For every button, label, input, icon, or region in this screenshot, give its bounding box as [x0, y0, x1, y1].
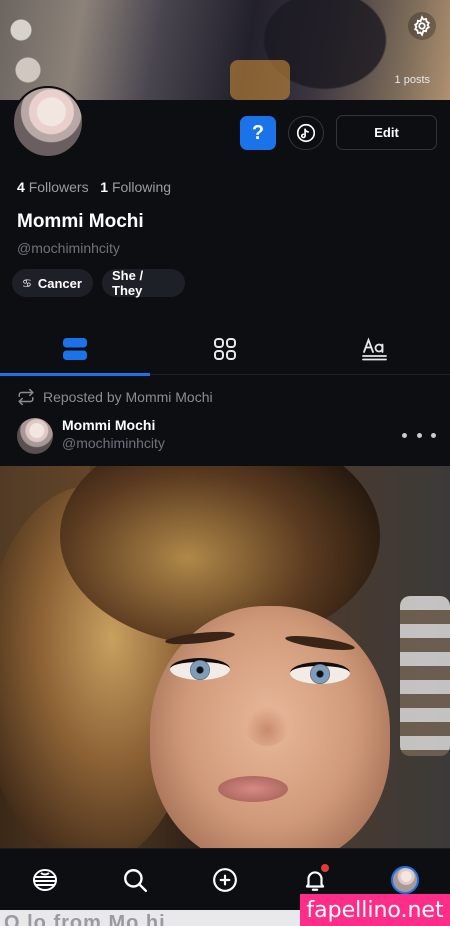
profile-tabs	[0, 323, 450, 376]
repost-icon	[18, 388, 34, 406]
home-feed-icon	[33, 869, 57, 891]
pronouns-label: She / They	[112, 268, 144, 298]
following-link[interactable]: 1 Following	[100, 179, 171, 195]
nav-profile[interactable]	[388, 863, 422, 897]
profile-avatar-icon	[391, 866, 419, 894]
zodiac-label: Cancer	[37, 275, 82, 291]
tab-text[interactable]	[300, 323, 450, 375]
settings-button[interactable]	[408, 12, 436, 40]
gear-icon	[413, 15, 431, 37]
search-icon	[124, 869, 148, 893]
image-mirror-lights	[400, 596, 450, 756]
cover-image	[0, 0, 450, 100]
post-author-avatar[interactable]	[17, 418, 53, 454]
help-button[interactable]: ?	[240, 116, 276, 150]
image-iris	[190, 660, 210, 680]
grid-icon	[214, 338, 236, 360]
avatar[interactable]	[12, 86, 84, 158]
following-label: Following	[111, 179, 172, 195]
more-dot-icon	[431, 432, 436, 438]
image-iris	[310, 664, 330, 684]
post-more-button[interactable]	[402, 426, 436, 444]
profile-handle: @mochiminhcity	[17, 240, 120, 256]
nav-search[interactable]	[118, 863, 152, 897]
followers-label: Followers	[28, 179, 89, 195]
feed-list-icon	[63, 338, 87, 360]
post-image[interactable]	[0, 466, 450, 848]
more-dot-icon	[416, 432, 422, 438]
repost-label: Reposted by Mommi Mochi	[43, 389, 213, 405]
nav-notifications[interactable]	[298, 863, 332, 897]
nav-home[interactable]	[28, 863, 62, 897]
repost-indicator: Reposted by Mommi Mochi	[17, 388, 213, 406]
followers-count: 4	[17, 179, 25, 195]
follow-stats: 4 Followers 1 Following	[17, 179, 171, 195]
plus-circle-icon	[213, 868, 237, 892]
text-aa-icon	[362, 337, 387, 361]
edit-profile-button[interactable]: Edit	[336, 115, 437, 150]
cancer-icon: ♋	[22, 276, 32, 290]
more-dot-icon	[402, 432, 407, 438]
post-author-handle: @mochiminhcity	[62, 435, 165, 451]
cover-lights	[0, 0, 70, 100]
zodiac-chip[interactable]: ♋ Cancer	[12, 269, 93, 297]
followers-link[interactable]: 4 Followers	[17, 179, 89, 195]
active-tab-indicator	[0, 373, 150, 376]
image-lips	[218, 776, 288, 802]
cover-highlight	[230, 60, 290, 100]
tiktok-icon	[296, 123, 316, 143]
image-nose	[245, 706, 289, 746]
pronouns-chip[interactable]: She / They	[102, 268, 185, 298]
posts-count: 1 posts	[394, 74, 430, 86]
watermark: fapellino.net	[300, 894, 450, 926]
tab-posts[interactable]	[0, 323, 150, 376]
peek-text: Q lo from Mo hi	[4, 912, 166, 926]
notification-dot	[321, 864, 329, 872]
display-name: Mommi Mochi	[17, 211, 144, 232]
tab-grid[interactable]	[150, 323, 300, 375]
nav-create[interactable]	[208, 863, 242, 897]
music-link-button[interactable]	[288, 116, 324, 150]
following-count: 1	[100, 179, 109, 195]
post-author-name[interactable]: Mommi Mochi	[62, 417, 155, 433]
